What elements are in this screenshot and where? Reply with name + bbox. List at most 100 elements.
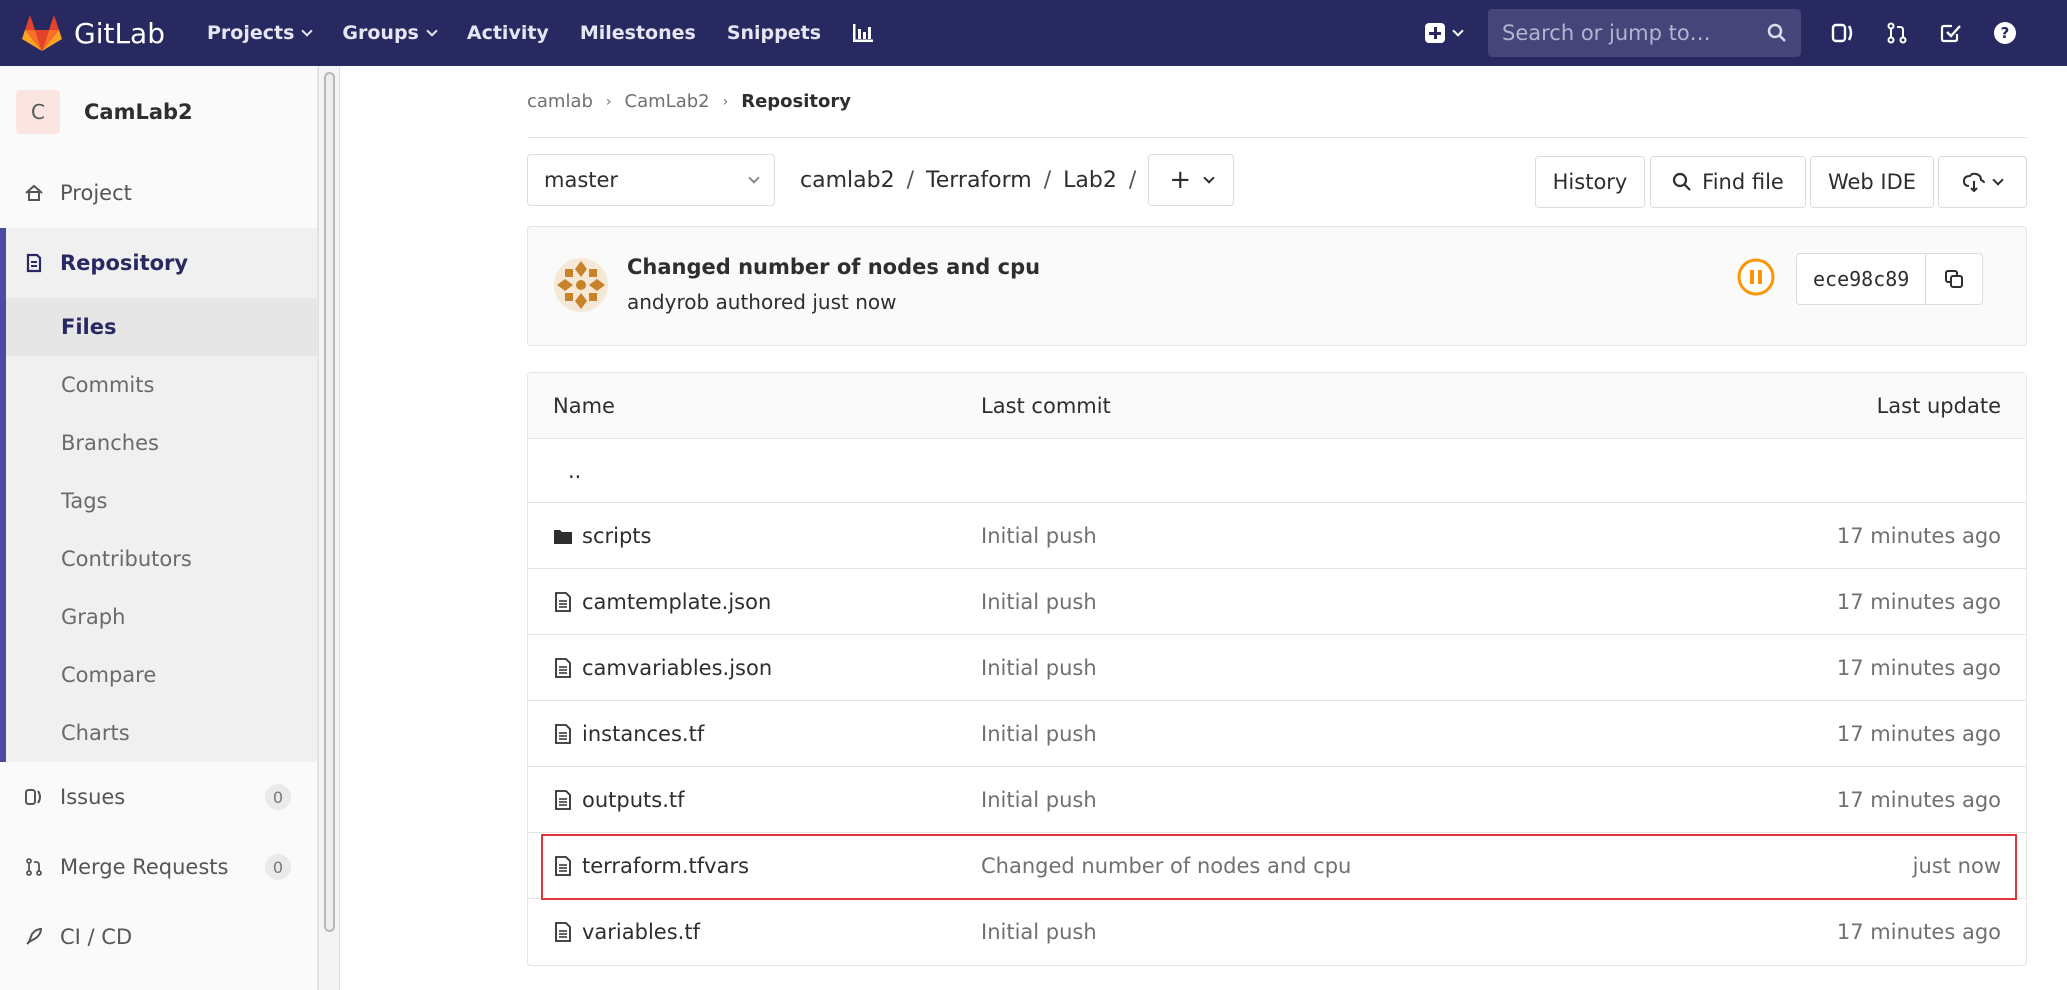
last-update-time: 17 minutes ago [1836, 523, 2001, 548]
sidebar-subitem-branches[interactable]: Branches [6, 414, 317, 472]
sidebar-item-repository[interactable]: Repository [0, 228, 317, 298]
parent-dir-row[interactable]: .. [528, 439, 2026, 503]
nav-groups[interactable]: Groups [342, 22, 438, 44]
search-icon [1673, 172, 1691, 191]
gitlab-logo[interactable]: GitLab [22, 14, 165, 52]
breadcrumb-group[interactable]: camlab [527, 91, 593, 112]
sidebar-scroll-thumb[interactable] [324, 72, 335, 932]
merge-requests-shortcut[interactable] [1885, 21, 1909, 45]
table-row[interactable]: terraform.tfvars Changed number of nodes … [528, 833, 2026, 900]
file-name[interactable]: scripts [582, 524, 651, 548]
file-name[interactable]: outputs.tf [582, 788, 685, 812]
sidebar-item-issues[interactable]: Issues 0 [0, 762, 317, 832]
parent-dir-link[interactable]: .. [528, 459, 981, 483]
pipeline-paused-icon[interactable] [1736, 257, 1776, 297]
nav-activity[interactable]: Activity [467, 22, 549, 44]
path-segment[interactable]: Lab2 [1063, 168, 1117, 193]
file-name[interactable]: terraform.tfvars [582, 854, 749, 878]
header-last-commit: Last commit [981, 393, 1111, 418]
sidebar-subitem-compare[interactable]: Compare [6, 646, 317, 704]
path-separator: / [1128, 167, 1137, 193]
last-commit-message[interactable]: Initial push [981, 524, 1541, 548]
download-dropdown[interactable] [1938, 156, 2027, 208]
nav-activity-label: Activity [466, 22, 549, 44]
commit-title[interactable]: Changed number of nodes and cpu [627, 255, 1040, 279]
issues-shortcut[interactable] [1831, 21, 1855, 45]
sidebar-subitem-contributors[interactable]: Contributors [6, 530, 317, 588]
file-path: camlab2 / Terraform / Lab2 / [800, 168, 1148, 193]
file-name-cell[interactable]: variables.tf [528, 920, 981, 944]
search-icon [1767, 23, 1786, 42]
table-row[interactable]: outputs.tf Initial push 17 minutes ago [528, 767, 2026, 833]
file-name[interactable]: instances.tf [582, 722, 704, 746]
sidebar-item-cicd[interactable]: CI / CD [0, 902, 317, 972]
sidebar-scrollbar[interactable] [318, 66, 340, 990]
search-input[interactable] [1502, 21, 1742, 45]
breadcrumb-current[interactable]: Repository [741, 91, 851, 112]
last-update-time: 17 minutes ago [1836, 920, 2001, 944]
help-dropdown[interactable]: ? [1993, 21, 2017, 45]
add-to-tree-dropdown[interactable]: + [1148, 154, 1235, 206]
issues-count-badge: 0 [265, 784, 291, 810]
file-name[interactable]: camtemplate.json [582, 590, 771, 614]
sidebar-item-label: CI / CD [60, 925, 133, 949]
file-name-cell[interactable]: terraform.tfvars [528, 854, 981, 878]
file-name-cell[interactable]: camvariables.json [528, 656, 981, 680]
project-name: CamLab2 [84, 100, 193, 124]
last-commit-message[interactable]: Initial push [981, 920, 1541, 944]
nav-analytics[interactable] [852, 23, 874, 43]
copy-sha-button[interactable] [1926, 254, 1982, 304]
sidebar-item-label: Issues [60, 785, 126, 809]
repository-doc-icon [26, 253, 42, 273]
path-segment[interactable]: camlab2 [800, 168, 895, 193]
last-commit-message[interactable]: Initial push [981, 722, 1541, 746]
web-ide-button[interactable]: Web IDE [1810, 156, 1934, 208]
sidebar-item-label: Repository [60, 251, 189, 275]
last-commit-box: Changed number of nodes and cpu andyrob … [527, 226, 2027, 346]
path-segment[interactable]: Terraform [926, 168, 1032, 193]
new-item-dropdown[interactable] [1425, 23, 1464, 43]
last-commit-message[interactable]: Initial push [981, 656, 1541, 680]
folder-icon [554, 529, 572, 544]
table-row[interactable]: scripts Initial push 17 minutes ago [528, 503, 2026, 569]
table-row[interactable]: camtemplate.json Initial push 17 minutes a… [528, 569, 2026, 635]
file-name[interactable]: camvariables.json [582, 656, 772, 680]
commit-sha[interactable]: ece98c89 [1797, 254, 1927, 304]
file-icon [555, 855, 571, 876]
nav-milestones[interactable]: Milestones [580, 22, 696, 44]
last-commit-message[interactable]: Initial push [981, 788, 1541, 812]
todos-shortcut[interactable] [1939, 21, 1963, 45]
file-name-cell[interactable]: camtemplate.json [528, 590, 981, 614]
table-row[interactable]: camvariables.json Initial push 17 minutes … [528, 635, 2026, 701]
nav-snippets[interactable]: Snippets [727, 22, 821, 44]
sidebar-subitem-graph[interactable]: Graph [6, 588, 317, 646]
author-avatar[interactable] [553, 257, 609, 313]
nav-projects[interactable]: Projects [207, 22, 314, 44]
table-row[interactable]: variables.tf Initial push 17 minutes ago [528, 899, 2026, 965]
history-button[interactable]: History [1535, 156, 1645, 208]
file-name[interactable]: variables.tf [582, 920, 700, 944]
breadcrumb-project[interactable]: CamLab2 [625, 91, 710, 112]
file-name-cell[interactable]: outputs.tf [528, 788, 981, 812]
sidebar-subitem-charts[interactable]: Charts [6, 704, 317, 762]
copy-icon [1945, 270, 1964, 288]
sidebar-subitem-files[interactable]: Files [6, 298, 317, 356]
branch-selector[interactable]: master [527, 154, 775, 206]
last-commit-message[interactable]: Changed number of nodes and cpu [981, 854, 1541, 878]
branch-name: master [544, 168, 619, 192]
sidebar-subitem-commits[interactable]: Commits [6, 356, 317, 414]
sidebar-subitem-tags[interactable]: Tags [6, 472, 317, 530]
sidebar-item-merge-requests[interactable]: Merge Requests 0 [0, 832, 317, 902]
table-row[interactable]: instances.tf Initial push 17 minutes ago [528, 701, 2026, 767]
find-file-button[interactable]: Find file [1650, 156, 1806, 208]
home-icon [25, 184, 43, 201]
help-icon: ? [1994, 22, 2016, 44]
search-box[interactable] [1488, 9, 1801, 57]
file-name-cell[interactable]: instances.tf [528, 722, 981, 746]
file-name-cell[interactable]: scripts [528, 524, 981, 548]
last-commit-message[interactable]: Initial push [981, 590, 1541, 614]
sidebar-project-header[interactable]: C CamLab2 [0, 66, 317, 158]
sidebar-item-project[interactable]: Project [0, 158, 317, 228]
todo-check-icon [1940, 24, 1961, 43]
download-cloud-icon [1963, 172, 1985, 192]
